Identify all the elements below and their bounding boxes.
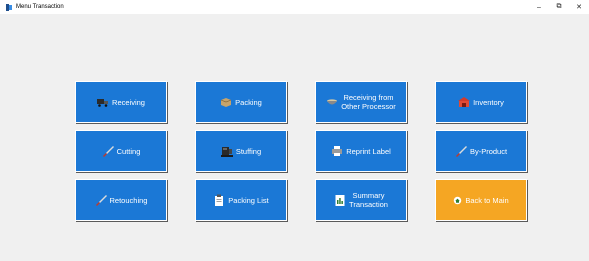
minimize-button[interactable]: – <box>529 0 549 14</box>
receiving-button[interactable]: Receiving <box>75 81 167 123</box>
packing-list-button[interactable]: Packing List <box>195 179 287 221</box>
warehouse-icon <box>458 97 471 107</box>
reprint-label-button[interactable]: Reprint Label <box>315 130 407 172</box>
packing-button[interactable]: Packing <box>195 81 287 123</box>
report-icon <box>335 195 345 206</box>
box-icon <box>221 98 232 107</box>
packing-label: Packing <box>235 97 262 107</box>
retouching-button[interactable]: Retouching <box>75 179 167 221</box>
by-product-button[interactable]: By-Product <box>435 130 527 172</box>
knife-icon <box>95 195 107 206</box>
maximize-button[interactable]: ⧉ <box>549 0 569 14</box>
knife-icon <box>455 146 467 157</box>
summary-transaction-label: Summary Transaction <box>349 191 388 209</box>
knife-icon <box>102 146 114 157</box>
app-icon <box>6 3 12 11</box>
window-title: Menu Transaction <box>16 4 64 10</box>
printer-icon <box>332 146 343 156</box>
summary-transaction-button[interactable]: Summary Transaction <box>315 179 407 221</box>
stuffing-button[interactable]: Stuffing <box>195 130 287 172</box>
receiving-other-processor-button[interactable]: Receiving from Other Processor <box>315 81 407 123</box>
cutting-button[interactable]: Cutting <box>75 130 167 172</box>
back-to-main-label: Back to Main <box>465 195 509 205</box>
packing-list-label: Packing List <box>228 195 269 205</box>
cutting-label: Cutting <box>116 146 141 156</box>
stuffing-label: Stuffing <box>235 146 262 156</box>
machine-icon <box>220 147 233 157</box>
back-to-main-button[interactable]: Back to Main <box>435 179 527 221</box>
truck-icon <box>97 99 109 107</box>
inventory-button[interactable]: Inventory <box>435 81 527 123</box>
retouching-label: Retouching <box>109 195 148 205</box>
reprint-label-label: Reprint Label <box>346 146 391 156</box>
window-controls: – ⧉ ✕ <box>529 0 589 14</box>
receiving-label: Receiving <box>112 97 145 107</box>
title-bar: Menu Transaction – ⧉ ✕ <box>0 0 589 14</box>
bowl-icon <box>327 99 338 105</box>
close-button[interactable]: ✕ <box>569 0 589 14</box>
clipboard-icon <box>215 194 224 206</box>
receiving-other-processor-label: Receiving from Other Processor <box>341 93 396 111</box>
by-product-label: By-Product <box>469 146 508 156</box>
menu-grid: Receiving Packing Receiving from Other P… <box>75 81 527 221</box>
inventory-label: Inventory <box>473 97 504 107</box>
home-icon <box>454 196 462 204</box>
